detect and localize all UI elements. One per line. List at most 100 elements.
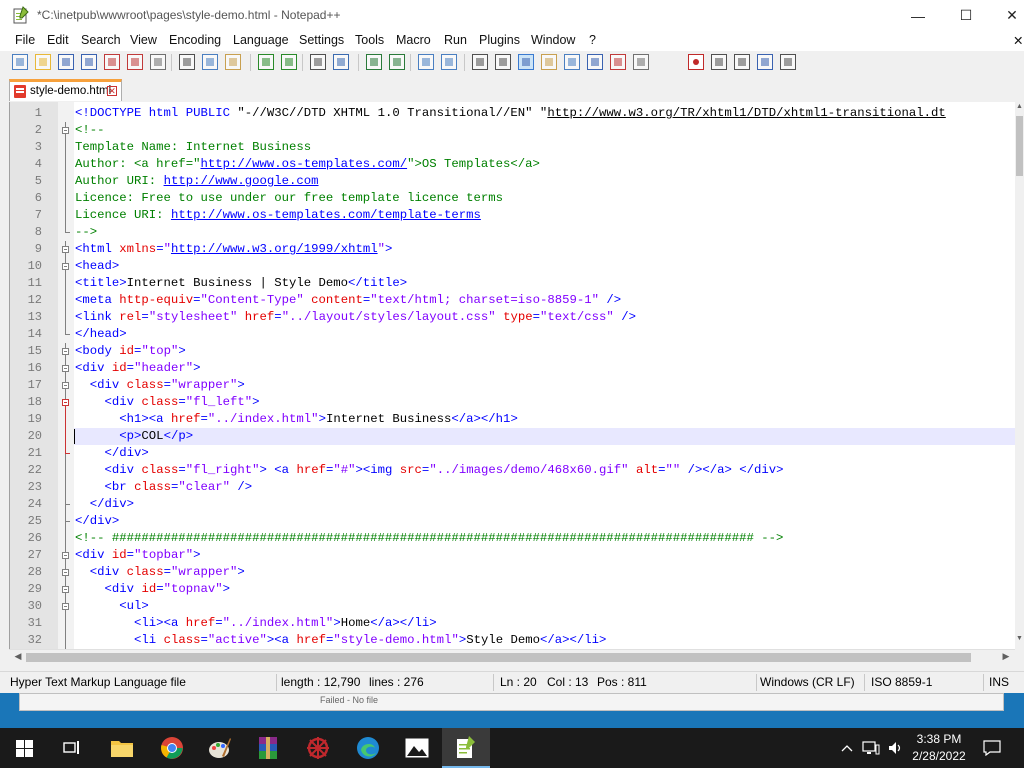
- show-all-chars-icon[interactable]: [495, 54, 511, 70]
- fold-toggle-icon[interactable]: [62, 586, 69, 593]
- menu-plugins[interactable]: Plugins: [479, 33, 520, 47]
- menu-tools[interactable]: Tools: [355, 33, 384, 47]
- redo-icon[interactable]: [281, 54, 297, 70]
- menu-search[interactable]: Search: [81, 33, 121, 47]
- code-line[interactable]: </div>: [74, 496, 1016, 513]
- code-line[interactable]: Author: <a href="http://www.os-templates…: [74, 156, 1016, 173]
- code-line[interactable]: Author URI: http://www.google.com: [74, 173, 1016, 190]
- zoom-out-icon[interactable]: [389, 54, 405, 70]
- record-macro-icon[interactable]: [688, 54, 704, 70]
- monitoring-icon[interactable]: [633, 54, 649, 70]
- code-line[interactable]: <h1><a href="../index.html">Internet Bus…: [74, 411, 1016, 428]
- menu-settings[interactable]: Settings: [299, 33, 344, 47]
- chrome-button[interactable]: [148, 728, 196, 768]
- menu-file[interactable]: File: [15, 33, 35, 47]
- fold-toggle-icon[interactable]: [62, 365, 69, 372]
- undo-icon[interactable]: [258, 54, 274, 70]
- network-button[interactable]: [859, 728, 883, 768]
- code-line[interactable]: Licence URI: http://www.os-templates.com…: [74, 207, 1016, 224]
- code-line[interactable]: -->: [74, 224, 1016, 241]
- menu-window[interactable]: Window: [531, 33, 575, 47]
- menu-view[interactable]: View: [130, 33, 157, 47]
- code-editor[interactable]: 1 2 3 4 5 6 7 8 9 10 11 12 13 14 15 16 17 18 19 20 21 22 23 24 2…: [9, 102, 1016, 649]
- code-line[interactable]: <html xmlns="http://www.w3.org/1999/xhtm…: [74, 241, 1016, 258]
- paint-button[interactable]: [196, 728, 244, 768]
- code-line[interactable]: <body id="top">: [74, 343, 1016, 360]
- winrar-button[interactable]: [244, 728, 292, 768]
- stop-macro-icon[interactable]: [711, 54, 727, 70]
- copy-icon[interactable]: [202, 54, 218, 70]
- menu-close-icon[interactable]: ✕: [1013, 33, 1023, 48]
- indent-guide-icon[interactable]: [518, 54, 534, 70]
- clock-time[interactable]: 3:38 PM: [915, 732, 963, 746]
- minimize-button[interactable]: —: [895, 0, 941, 31]
- fold-toggle-icon[interactable]: [62, 348, 69, 355]
- close-all-icon[interactable]: [127, 54, 143, 70]
- code-line[interactable]: <link rel="stylesheet" href="../layout/s…: [74, 309, 1016, 326]
- menu-help[interactable]: ?: [589, 33, 596, 47]
- start-button[interactable]: [0, 728, 48, 768]
- folder-workspace-icon[interactable]: [610, 54, 626, 70]
- fold-toggle-icon[interactable]: [62, 127, 69, 134]
- volume-button[interactable]: [883, 728, 907, 768]
- menu-run[interactable]: Run: [444, 33, 467, 47]
- close-icon[interactable]: [104, 54, 120, 70]
- save-all-icon[interactable]: [81, 54, 97, 70]
- file-explorer-button[interactable]: [98, 728, 146, 768]
- code-line[interactable]: <!--: [74, 122, 1016, 139]
- code-line[interactable]: <li class="active"><a href="style-demo.h…: [74, 632, 1016, 649]
- function-list-icon[interactable]: [587, 54, 603, 70]
- code-line[interactable]: <div id="topnav">: [74, 581, 1016, 598]
- scroll-right-icon[interactable]: ▶: [999, 651, 1013, 664]
- fold-toggle-icon[interactable]: [62, 399, 69, 406]
- code-line[interactable]: <div class="wrapper">: [74, 564, 1016, 581]
- code-line[interactable]: </div>: [74, 445, 1016, 462]
- fold-toggle-icon[interactable]: [62, 382, 69, 389]
- code-area[interactable]: <!DOCTYPE html PUBLIC "-//W3C//DTD XHTML…: [74, 102, 1016, 649]
- clock-date[interactable]: 2/28/2022: [910, 749, 968, 763]
- edge-button[interactable]: [344, 728, 392, 768]
- close-window-button[interactable]: ✕: [989, 0, 1024, 31]
- horizontal-scroll-thumb[interactable]: [26, 653, 971, 662]
- scroll-left-icon[interactable]: ◀: [11, 651, 25, 664]
- code-line[interactable]: Licence: Free to use under our free temp…: [74, 190, 1016, 207]
- vertical-scroll-thumb[interactable]: [1016, 116, 1023, 176]
- paste-icon[interactable]: [225, 54, 241, 70]
- open-file-icon[interactable]: [35, 54, 51, 70]
- save-macro-icon[interactable]: [780, 54, 796, 70]
- play-macro-icon[interactable]: [734, 54, 750, 70]
- menu-encoding[interactable]: Encoding: [169, 33, 221, 47]
- fold-toggle-icon[interactable]: [62, 246, 69, 253]
- doc-map-icon[interactable]: [564, 54, 580, 70]
- sync-horizontal-icon[interactable]: [441, 54, 457, 70]
- menu-macro[interactable]: Macro: [396, 33, 431, 47]
- fold-toggle-icon[interactable]: [62, 552, 69, 559]
- zoom-in-icon[interactable]: [366, 54, 382, 70]
- code-line[interactable]: Template Name: Internet Business: [74, 139, 1016, 156]
- code-line[interactable]: <div class="fl_left">: [74, 394, 1016, 411]
- notepadpp-taskbar-button[interactable]: [442, 728, 490, 768]
- code-line[interactable]: <div id="header">: [74, 360, 1016, 377]
- replace-icon[interactable]: [333, 54, 349, 70]
- vertical-scrollbar[interactable]: ▲ ▼: [1015, 102, 1024, 649]
- find-icon[interactable]: [310, 54, 326, 70]
- fold-toggle-icon[interactable]: [62, 569, 69, 576]
- code-line[interactable]: <div class="fl_right"> <a href="#"><img …: [74, 462, 1016, 479]
- tab-close-icon[interactable]: ✕: [107, 86, 117, 96]
- scroll-up-icon[interactable]: ▲: [1015, 103, 1024, 115]
- cut-icon[interactable]: [179, 54, 195, 70]
- code-line[interactable]: <title>Internet Business | Style Demo</t…: [74, 275, 1016, 292]
- tab-style-demo[interactable]: style-demo.html ✕: [9, 79, 122, 101]
- show-hidden-icons-button[interactable]: [835, 728, 859, 768]
- scroll-down-icon[interactable]: ▼: [1015, 635, 1024, 647]
- app-button[interactable]: [294, 728, 342, 768]
- code-line[interactable]: <!DOCTYPE html PUBLIC "-//W3C//DTD XHTML…: [74, 105, 1016, 122]
- code-line[interactable]: <ul>: [74, 598, 1016, 615]
- task-view-button[interactable]: [48, 728, 96, 768]
- action-center-button[interactable]: [970, 728, 1014, 768]
- code-line[interactable]: <div class="wrapper">: [74, 377, 1016, 394]
- save-icon[interactable]: [58, 54, 74, 70]
- code-line[interactable]: <meta http-equiv="Content-Type" content=…: [74, 292, 1016, 309]
- new-file-icon[interactable]: [12, 54, 28, 70]
- code-line[interactable]: <div id="topbar">: [74, 547, 1016, 564]
